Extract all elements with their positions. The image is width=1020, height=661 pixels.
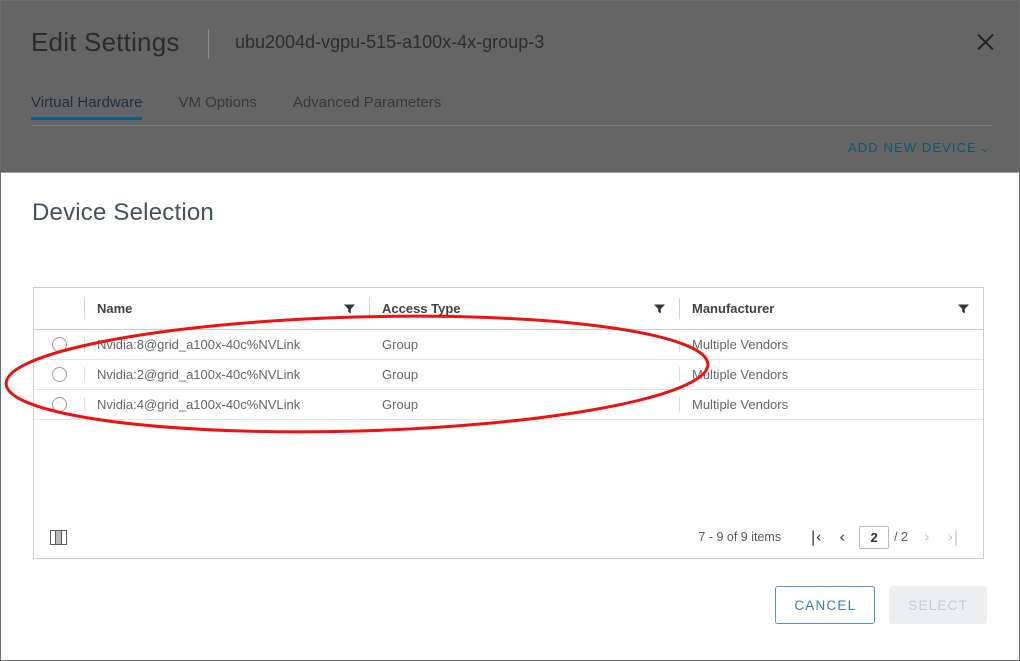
- cell-name: Nvidia:8@grid_a100x-40c%NVLink: [84, 330, 369, 359]
- tab-vm-options[interactable]: VM Options: [178, 94, 274, 120]
- cell-manufacturer: Multiple Vendors: [679, 330, 983, 359]
- dialog-header: Edit Settings ubu2004d-vgpu-515-a100x-4x…: [1, 1, 1019, 81]
- next-page-icon[interactable]: ›: [914, 528, 940, 546]
- dialog-subtitle: ubu2004d-vgpu-515-a100x-4x-group-3: [235, 32, 545, 52]
- table-header-row: Name Access Type Manufacturer: [34, 288, 983, 330]
- row-radio-cell[interactable]: [34, 360, 84, 389]
- cell-name: Nvidia:2@grid_a100x-40c%NVLink: [84, 360, 369, 389]
- columns-icon[interactable]: [50, 529, 67, 545]
- table-header-access-type: Access Type: [369, 288, 679, 329]
- edit-settings-backdrop: Edit Settings ubu2004d-vgpu-515-a100x-4x…: [1, 1, 1019, 172]
- table-header-manufacturer-label: Manufacturer: [692, 301, 775, 316]
- tab-advanced-parameters[interactable]: Advanced Parameters: [293, 94, 459, 120]
- add-new-device-button[interactable]: ADD NEW DEVICE ⌄: [848, 140, 991, 155]
- radio-button[interactable]: [51, 397, 67, 412]
- cell-manufacturer: Multiple Vendors: [679, 390, 983, 419]
- table-header-manufacturer: Manufacturer: [679, 288, 983, 329]
- page-title: Device Selection: [32, 199, 214, 226]
- cell-name: Nvidia:4@grid_a100x-40c%NVLink: [84, 390, 369, 419]
- radio-button[interactable]: [51, 337, 67, 352]
- cell-access-type: Group: [382, 367, 419, 382]
- dialog-title: Edit Settings: [31, 27, 180, 57]
- modal-action-bar: CANCEL SELECT: [775, 586, 987, 624]
- table-header-name: Name: [84, 288, 369, 329]
- cell-manufacturer: Multiple Vendors: [679, 360, 983, 389]
- first-page-icon[interactable]: |‹: [803, 528, 829, 546]
- pagination: 7 - 9 of 9 items |‹ ‹ / 2 › ›|: [698, 525, 966, 549]
- tab-bar-divider: [31, 125, 993, 126]
- chevron-down-icon: ⌄: [979, 141, 991, 155]
- cell-access-type: Group: [382, 397, 419, 412]
- app-window: Edit Settings ubu2004d-vgpu-515-a100x-4x…: [0, 0, 1020, 661]
- last-page-icon[interactable]: ›|: [940, 528, 966, 546]
- table-row[interactable]: Nvidia:8@grid_a100x-40c%NVLink Group Mul…: [34, 330, 983, 360]
- filter-icon[interactable]: [958, 303, 969, 314]
- table-row[interactable]: Nvidia:2@grid_a100x-40c%NVLink Group Mul…: [34, 360, 983, 390]
- radio-button[interactable]: [51, 367, 67, 382]
- table-header-name-label: Name: [97, 301, 133, 316]
- tab-virtual-hardware[interactable]: Virtual Hardware: [31, 94, 160, 120]
- prev-page-icon[interactable]: ‹: [829, 528, 855, 546]
- table-footer: 7 - 9 of 9 items |‹ ‹ / 2 › ›|: [34, 516, 983, 558]
- table-row[interactable]: Nvidia:4@grid_a100x-40c%NVLink Group Mul…: [34, 390, 983, 420]
- window-bottom-strip: [1, 657, 1019, 660]
- pagination-range: 7 - 9 of 9 items: [698, 530, 782, 544]
- table-header-select: [34, 288, 84, 329]
- table-header-access-type-label: Access Type: [382, 301, 461, 316]
- page-number-input[interactable]: [859, 525, 890, 549]
- add-new-device-label: ADD NEW DEVICE: [848, 140, 977, 155]
- close-icon[interactable]: [975, 31, 997, 53]
- filter-icon[interactable]: [344, 303, 355, 314]
- device-table: Name Access Type Manufacturer Nvidia:8@g…: [33, 287, 984, 559]
- row-radio-cell[interactable]: [34, 390, 84, 419]
- select-button: SELECT: [889, 586, 987, 624]
- cell-access-type: Group: [382, 337, 419, 352]
- table-body: Nvidia:8@grid_a100x-40c%NVLink Group Mul…: [34, 330, 983, 551]
- cancel-button[interactable]: CANCEL: [775, 586, 876, 624]
- title-divider: [208, 29, 209, 59]
- device-selection-modal: Device Selection Name Access Type Manufa…: [1, 172, 1019, 650]
- pagination-total: / 2: [894, 530, 908, 544]
- tab-bar: Virtual Hardware VM Options Advanced Par…: [31, 94, 477, 120]
- filter-icon[interactable]: [654, 303, 665, 314]
- row-radio-cell[interactable]: [34, 330, 84, 359]
